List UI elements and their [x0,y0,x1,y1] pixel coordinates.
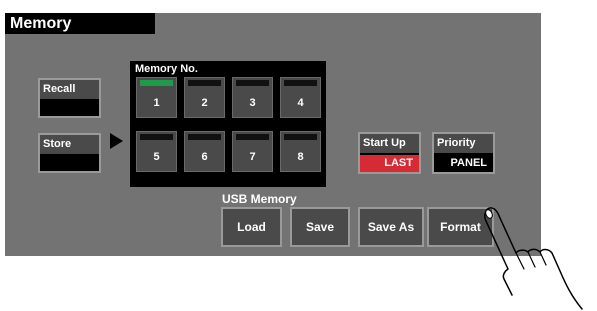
memory-slot-number: 5 [153,151,160,163]
memory-slot-4[interactable]: 4 [280,77,321,118]
pointing-hand-icon [484,207,583,310]
memory-slot-number: 7 [249,151,256,163]
memory-slot-indicator [140,134,173,140]
recall-button[interactable]: Recall [38,78,101,118]
usb-load-button[interactable]: Load [221,207,282,247]
memory-slot-1[interactable]: 1 [136,77,177,118]
usb-save-button[interactable]: Save [290,207,350,247]
memory-slot-2[interactable]: 2 [184,77,225,118]
memory-panel: Memory Recall Store Memory No. 1 2 3 4 5 [5,13,541,256]
memory-slot-indicator [188,80,221,86]
memory-slot-indicator [236,134,269,140]
memory-slot-number: 2 [201,97,208,109]
usb-memory-label: USB Memory [222,192,297,206]
memory-slot-5[interactable]: 5 [136,131,177,172]
memory-slot-3[interactable]: 3 [232,77,273,118]
memory-slot-number: 3 [249,97,256,109]
panel-title: Memory [5,13,155,34]
memory-slot-7[interactable]: 7 [232,131,273,172]
memory-slot-number: 6 [201,151,208,163]
startup-label: Start Up [360,134,419,153]
priority-value: PANEL [450,157,487,169]
startup-setting[interactable]: Start Up LAST [358,132,421,174]
play-arrow-icon [110,133,123,149]
recall-label: Recall [40,80,99,99]
memory-slot-indicator [140,80,173,86]
memory-slot-6[interactable]: 6 [184,131,225,172]
store-button[interactable]: Store [38,133,101,173]
usb-save-as-button[interactable]: Save As [358,207,424,247]
store-label: Store [40,135,99,154]
memory-slot-number: 1 [153,97,160,109]
memory-number-grid: Memory No. 1 2 3 4 5 6 7 8 [130,61,326,187]
memory-slot-indicator [284,134,317,140]
memory-slot-indicator [236,80,269,86]
memory-slot-number: 8 [297,151,304,163]
memory-number-title: Memory No. [135,63,198,75]
memory-slot-indicator [284,80,317,86]
startup-value: LAST [360,155,419,172]
priority-label: Priority [434,134,493,153]
memory-slot-8[interactable]: 8 [280,131,321,172]
memory-slot-indicator [188,134,221,140]
priority-setting[interactable]: Priority PANEL [432,132,495,174]
memory-slot-number: 4 [297,97,304,109]
